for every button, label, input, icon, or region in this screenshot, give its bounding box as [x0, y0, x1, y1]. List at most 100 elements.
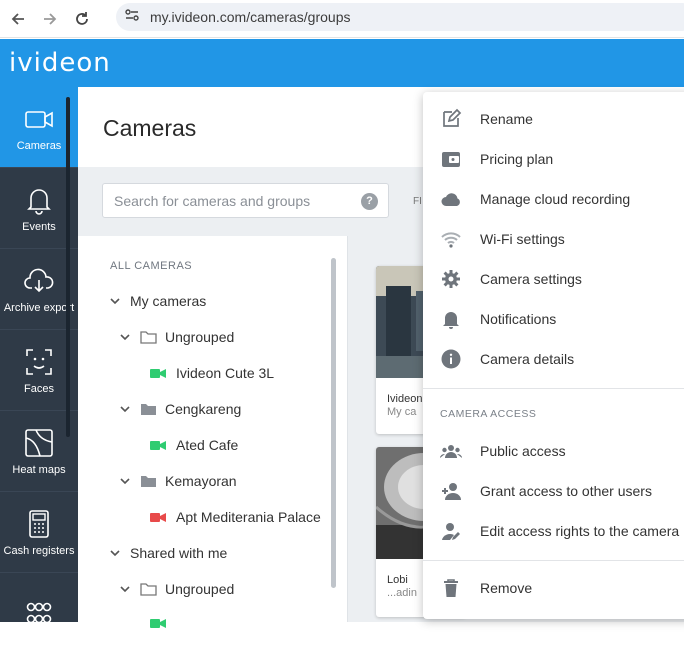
menu-item-public-access[interactable]: Public access	[423, 431, 684, 471]
menu-item-label: Edit access rights to the camera	[480, 523, 680, 539]
arrow-left-icon[interactable]	[4, 5, 32, 33]
tree-label: Kemayoran	[165, 473, 237, 489]
menu-item-remove[interactable]: Remove	[423, 568, 684, 608]
menu-item-edit-access-rights[interactable]: Edit access rights to the camera	[423, 511, 684, 551]
menu-item-manage-cloud-recording[interactable]: Manage cloud recording	[423, 179, 684, 219]
tree-folder-kemayoran[interactable]: Kemayoran	[118, 469, 237, 493]
menu-item-camera-settings[interactable]: Camera settings	[423, 259, 684, 299]
menu-item-label: Notifications	[480, 311, 557, 327]
chevron-down-icon[interactable]	[118, 402, 132, 416]
tree-group-my-cameras[interactable]: My cameras	[108, 289, 206, 313]
filter-label[interactable]: FI	[413, 196, 422, 207]
menu-item-label: Rename	[480, 111, 533, 127]
sidebar-item-label: Events	[22, 221, 56, 233]
tree-label: Cengkareng	[165, 401, 242, 417]
chevron-down-icon[interactable]	[118, 474, 132, 488]
search-box: ?	[102, 183, 389, 218]
chevron-down-icon[interactable]	[118, 330, 132, 344]
chevron-down-icon[interactable]	[108, 294, 122, 308]
camera-icon	[25, 111, 53, 128]
menu-item-wifi-settings[interactable]: Wi-Fi settings	[423, 219, 684, 259]
wifi-icon	[441, 232, 461, 248]
folder-icon	[141, 476, 156, 487]
folder-outline-icon	[140, 583, 157, 596]
sidebar-item-label: Archive export	[3, 302, 75, 314]
menu-divider	[423, 560, 684, 561]
sidebar-item-label: Faces	[24, 383, 54, 395]
camera-online-icon	[150, 440, 166, 450]
menu-item-label: Pricing plan	[480, 151, 554, 167]
search-input[interactable]	[114, 192, 354, 209]
chevron-down-icon[interactable]	[118, 582, 132, 596]
bell-icon	[27, 189, 51, 215]
tree-folder-ungrouped[interactable]: Ungrouped	[118, 577, 234, 601]
menu-divider	[423, 388, 684, 389]
tree-label: Shared with me	[130, 545, 228, 561]
group-icon	[440, 445, 462, 458]
people-icon	[26, 602, 52, 623]
address-bar[interactable]: my.ivideon.com/cameras/groups	[116, 3, 684, 31]
tree-header: ALL CAMERAS	[110, 260, 193, 272]
tree-folder-ungrouped[interactable]: Ungrouped	[118, 325, 234, 349]
folder-icon	[141, 404, 156, 415]
wallet-icon	[442, 152, 460, 167]
page-title: Cameras	[103, 115, 197, 141]
reload-icon[interactable]	[68, 5, 96, 33]
tree-camera-item[interactable]: Ated Cafe	[150, 433, 238, 457]
sidebar-scrollbar[interactable]	[66, 97, 70, 437]
tree-folder-cengkareng[interactable]: Cengkareng	[118, 397, 241, 421]
menu-item-grant-access[interactable]: Grant access to other users	[423, 471, 684, 511]
tree-label: Ungrouped	[165, 329, 235, 345]
cash-register-icon	[29, 510, 49, 538]
tree-label: Ated Cafe	[176, 437, 239, 453]
folder-outline-icon	[140, 331, 157, 344]
tree-label: Apt Mediterania Palace	[176, 509, 321, 525]
menu-item-rename[interactable]: Rename	[423, 99, 684, 139]
tree-label: Ungrouped	[165, 581, 235, 597]
arrow-right-icon[interactable]	[36, 5, 64, 33]
heat-map-icon	[25, 429, 53, 457]
cloud-download-icon	[24, 268, 54, 293]
camera-context-menu: Rename Pricing plan Manage cloud recordi…	[423, 92, 684, 619]
camera-online-icon	[150, 618, 166, 628]
help-icon[interactable]: ?	[361, 193, 378, 210]
menu-item-notifications[interactable]: Notifications	[423, 299, 684, 339]
sidebar-item-cash-registers[interactable]: Cash registers	[0, 492, 78, 573]
menu-item-label: Public access	[480, 443, 566, 459]
tree-camera-item[interactable]	[150, 611, 176, 635]
menu-item-label: Camera settings	[480, 271, 582, 287]
menu-section-title: CAMERA ACCESS	[440, 408, 537, 420]
menu-item-pricing-plan[interactable]: Pricing plan	[423, 139, 684, 179]
url-text[interactable]: my.ivideon.com/cameras/groups	[150, 9, 350, 25]
tree-camera-item[interactable]: Ivideon Cute 3L	[150, 361, 274, 385]
chevron-down-icon[interactable]	[108, 546, 122, 560]
menu-item-label: Remove	[480, 580, 533, 596]
trash-icon	[444, 579, 458, 597]
site-settings-icon[interactable]	[124, 7, 140, 28]
camera-offline-icon	[150, 512, 166, 522]
menu-item-label: Camera details	[480, 351, 575, 367]
sidebar-item-label: Heat maps	[12, 464, 66, 476]
tree-group-shared-with-me[interactable]: Shared with me	[108, 541, 227, 565]
menu-item-camera-details[interactable]: Camera details	[423, 339, 684, 379]
person-edit-icon	[442, 523, 460, 540]
menu-item-label: Grant access to other users	[480, 483, 652, 499]
face-scan-icon	[26, 349, 52, 375]
edit-icon	[443, 108, 462, 127]
browser-toolbar: my.ivideon.com/cameras/groups	[0, 0, 684, 38]
person-add-icon	[442, 483, 461, 500]
sidebar-item-label: Cash registers	[3, 545, 75, 557]
tree-label: My cameras	[130, 293, 207, 309]
gear-icon	[442, 270, 460, 288]
camera-tree: ALL CAMERAS My cameras Ungrouped Ivideon…	[78, 236, 348, 628]
tree-scrollbar[interactable]	[331, 258, 336, 588]
camera-online-icon	[150, 368, 166, 378]
sidebar-item-label: Cameras	[16, 140, 62, 152]
ivideon-logo[interactable]: ivideon	[9, 48, 111, 78]
tree-label: Ivideon Cute 3L	[176, 365, 275, 381]
sidebar-item-people[interactable]	[0, 573, 78, 654]
bell-icon	[443, 312, 459, 329]
menu-item-label: Manage cloud recording	[480, 191, 631, 207]
tree-camera-item[interactable]: Apt Mediterania Palace	[150, 505, 321, 529]
menu-item-label: Wi-Fi settings	[480, 231, 565, 247]
